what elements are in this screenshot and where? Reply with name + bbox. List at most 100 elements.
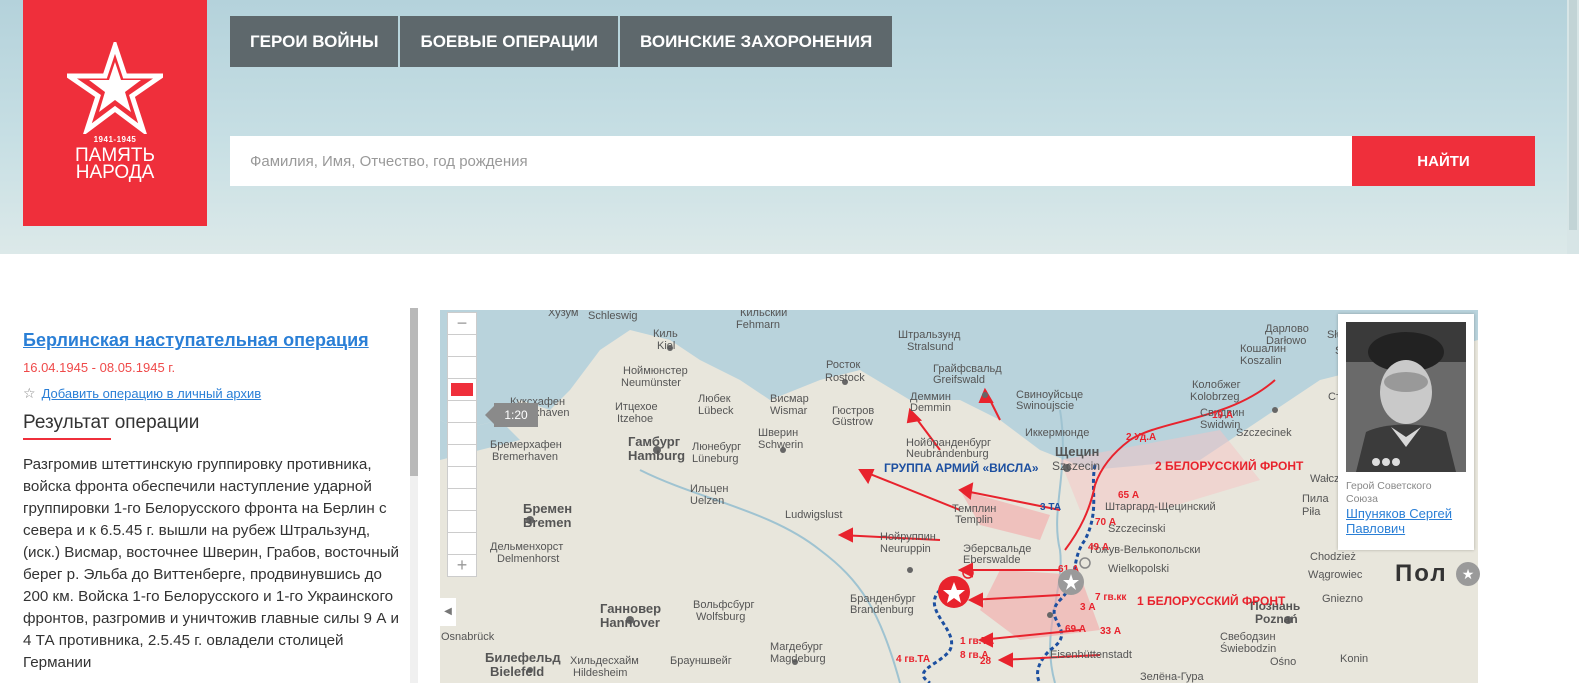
svg-text:Eberswalde: Eberswalde [963, 554, 1020, 566]
operation-dates: 16.04.1945 - 08.05.1945 г. [23, 360, 176, 375]
hero-card[interactable]: Герой Советского Союза Шпуняков Сергей П… [1338, 314, 1474, 550]
svg-text:Templin: Templin [955, 514, 993, 526]
svg-text:Хузум: Хузум [548, 310, 578, 319]
svg-text:Stralsund: Stralsund [907, 341, 953, 353]
zoom-level[interactable] [447, 510, 477, 532]
zoom-in-button[interactable]: + [447, 554, 477, 577]
svg-text:Hildesheim: Hildesheim [573, 667, 627, 679]
svg-text:Greifswald: Greifswald [933, 374, 985, 386]
result-text: Разгромив штеттинскую группировку против… [23, 456, 400, 671]
zoom-level-active[interactable] [447, 378, 477, 400]
zoom-level[interactable] [447, 400, 477, 422]
logo-name-line2: НАРОДА [75, 162, 155, 183]
svg-text:ГРУППА АРМИЙ «ВИСЛА»: ГРУППА АРМИЙ «ВИСЛА» [884, 460, 1039, 475]
page-scrollbar-thumb[interactable] [1569, 0, 1577, 230]
svg-text:Eisenhüttenstadt: Eisenhüttenstadt [1050, 649, 1132, 661]
svg-text:Wałcz: Wałcz [1310, 473, 1340, 485]
svg-text:Билефельд: Билефельд [485, 650, 561, 665]
svg-text:28: 28 [980, 656, 992, 667]
svg-text:Дарлово: Дарлово [1265, 323, 1309, 335]
svg-text:Итцехое: Итцехое [615, 401, 658, 413]
svg-text:Neuruppin: Neuruppin [880, 543, 931, 555]
svg-text:Wolfsburg: Wolfsburg [696, 611, 745, 623]
svg-text:Itzehoe: Itzehoe [617, 413, 653, 425]
svg-text:Schwerin: Schwerin [758, 439, 803, 451]
map-zoom-control[interactable]: − + [447, 312, 477, 577]
page-scrollbar[interactable] [1567, 0, 1579, 254]
svg-text:Колобжег: Колобжег [1192, 379, 1241, 391]
hero-photo[interactable] [1346, 322, 1466, 472]
nav-operations[interactable]: БОЕВЫЕ ОПЕРАЦИИ [400, 16, 619, 67]
svg-text:Ильцен: Ильцен [690, 483, 728, 495]
svg-text:Хильдесхайм: Хильдесхайм [570, 655, 639, 667]
svg-text:Кильский: Кильский [740, 310, 787, 319]
map-star-marker [1058, 569, 1084, 595]
svg-text:Brandenburg: Brandenburg [850, 604, 914, 616]
zoom-level[interactable] [447, 422, 477, 444]
search-button[interactable]: НАЙТИ [1352, 136, 1535, 186]
search-input[interactable] [230, 136, 1352, 186]
scale-badge: 1:20 [485, 403, 538, 427]
svg-text:Киль: Киль [653, 328, 678, 340]
svg-text:Зелёна-Гура: Зелёна-Гура [1140, 671, 1205, 683]
zoom-out-button[interactable]: − [447, 312, 477, 334]
zoom-level[interactable] [447, 334, 477, 356]
hero-name-link[interactable]: Шпуняков Сергей Павлович [1346, 506, 1466, 536]
svg-text:7 гв.кк: 7 гв.кк [1095, 592, 1127, 603]
svg-text:Szczecinek: Szczecinek [1236, 427, 1292, 439]
svg-text:Lüneburg: Lüneburg [692, 453, 739, 465]
svg-text:Szczecinski: Szczecinski [1108, 523, 1165, 535]
svg-text:49 А: 49 А [1088, 542, 1109, 553]
logo-years: 1941-1945 [93, 135, 137, 144]
operation-map[interactable]: Хузум Schleswig Кильский Fehmarn Киль Kiel … [440, 310, 1478, 683]
svg-text:Висмар: Висмар [770, 393, 809, 405]
main-nav: ГЕРОИ ВОЙНЫ БОЕВЫЕ ОПЕРАЦИИ ВОИНСКИЕ ЗАХ… [230, 16, 893, 67]
svg-text:Kolobrzeg: Kolobrzeg [1190, 391, 1240, 403]
map-canvas: Хузум Schleswig КильскийFehmarn КильKiel … [440, 310, 1478, 683]
operation-title-link[interactable]: Берлинская наступательная операция [23, 328, 405, 352]
panel-scrollbar[interactable] [410, 308, 418, 683]
svg-text:3 ТА: 3 ТА [1040, 502, 1061, 513]
svg-text:Ośno: Ośno [1270, 656, 1296, 668]
svg-text:65 А: 65 А [1118, 490, 1139, 501]
star-outline-icon[interactable]: ☆ [23, 385, 36, 402]
zoom-level[interactable] [447, 444, 477, 466]
svg-text:Güstrow: Güstrow [832, 416, 873, 428]
svg-text:Swinoujscie: Swinoujscie [1016, 400, 1074, 412]
nav-heroes[interactable]: ГЕРОИ ВОЙНЫ [230, 16, 399, 67]
red-star-icon [67, 42, 163, 134]
svg-text:Lübeck: Lübeck [698, 405, 734, 417]
svg-text:Wągrowiec: Wągrowiec [1308, 569, 1363, 581]
svg-text:Шверин: Шверин [758, 427, 798, 439]
svg-text:Świebodzin: Świebodzin [1220, 642, 1276, 655]
map-collapse-arrow-icon[interactable]: ◀ [440, 598, 456, 626]
country-label: Пол [1395, 560, 1448, 587]
berlin-marker [938, 576, 970, 608]
zoom-level[interactable] [447, 356, 477, 378]
nav-burials[interactable]: ВОИНСКИЕ ЗАХОРОНЕНИЯ [620, 16, 893, 67]
svg-text:2 БЕЛОРУССКИЙ ФРОНТ: 2 БЕЛОРУССКИЙ ФРОНТ [1155, 458, 1304, 473]
svg-text:Магдебург: Магдебург [770, 641, 823, 653]
site-logo[interactable]: 1941-1945 ПАМЯТЬ НАРОДА [23, 0, 207, 226]
svg-text:Fehmarn: Fehmarn [736, 319, 780, 331]
zoom-level[interactable] [447, 532, 477, 554]
svg-text:Szczecin: Szczecin [1052, 459, 1100, 473]
svg-text:Wielkopolski: Wielkopolski [1108, 563, 1169, 575]
hero-role: Герой Советского Союза [1346, 480, 1432, 505]
zoom-level[interactable] [447, 466, 477, 488]
zoom-level[interactable] [447, 488, 477, 510]
panel-scrollbar-thumb[interactable] [410, 308, 418, 476]
svg-text:Poznań: Poznań [1255, 612, 1298, 626]
star-marker-icon[interactable]: ★ [1456, 562, 1480, 586]
svg-text:Любек: Любек [698, 393, 731, 405]
svg-text:70 А: 70 А [1095, 517, 1116, 528]
result-heading: Результат операции [23, 412, 405, 440]
svg-text:3 А: 3 А [1080, 602, 1096, 613]
operation-panel: Берлинская наступательная операция 16.04… [23, 328, 405, 674]
svg-text:Neumünster: Neumünster [621, 377, 681, 389]
svg-text:4 гв.ТА: 4 гв.ТА [896, 654, 930, 665]
add-to-archive-link[interactable]: Добавить операцию в личный архив [42, 386, 262, 401]
svg-text:Bremerhaven: Bremerhaven [492, 451, 558, 463]
svg-text:Штральзунд: Штральзунд [898, 329, 961, 341]
svg-text:Schleswig: Schleswig [588, 310, 638, 322]
